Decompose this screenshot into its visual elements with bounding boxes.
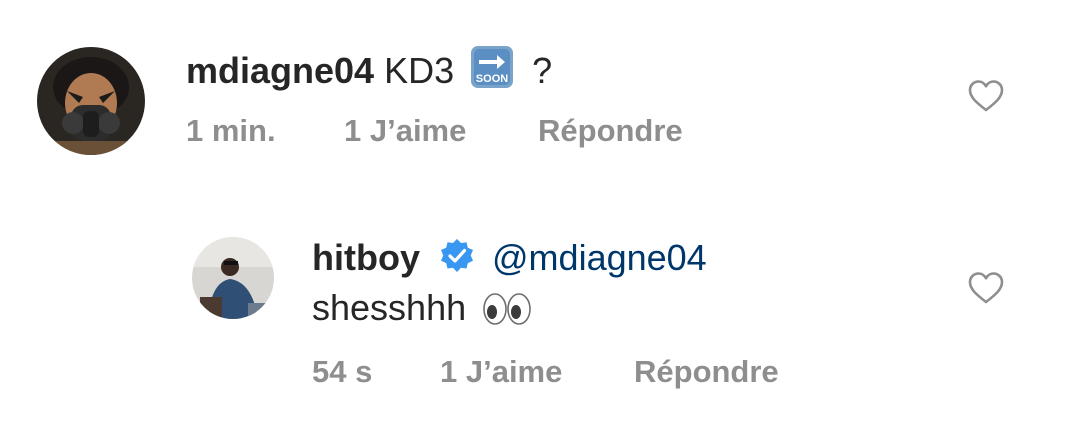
reply-meta: 54 s 1 J’aime Répondre <box>312 354 912 390</box>
reply-line: hitboy @mdiagne04 <box>312 237 707 279</box>
mention-link[interactable]: @mdiagne04 <box>492 237 707 278</box>
verified-badge-icon <box>438 237 476 275</box>
reply-text-line: shesshhh <box>312 287 532 329</box>
comment-text: shesshhh <box>312 287 467 328</box>
comment-hitboy: hitboy @mdiagne04 shesshhh 54 s 1 J’aime… <box>0 0 1069 423</box>
avatar[interactable] <box>192 237 274 319</box>
reply-button[interactable]: Répondre <box>634 354 779 390</box>
comment-time: 54 s <box>312 354 373 389</box>
likes-count-link[interactable]: 1 J’aime <box>440 354 562 390</box>
username[interactable]: hitboy <box>312 237 420 278</box>
eyes-emoji <box>482 292 532 326</box>
like-heart-icon[interactable] <box>967 271 1005 305</box>
